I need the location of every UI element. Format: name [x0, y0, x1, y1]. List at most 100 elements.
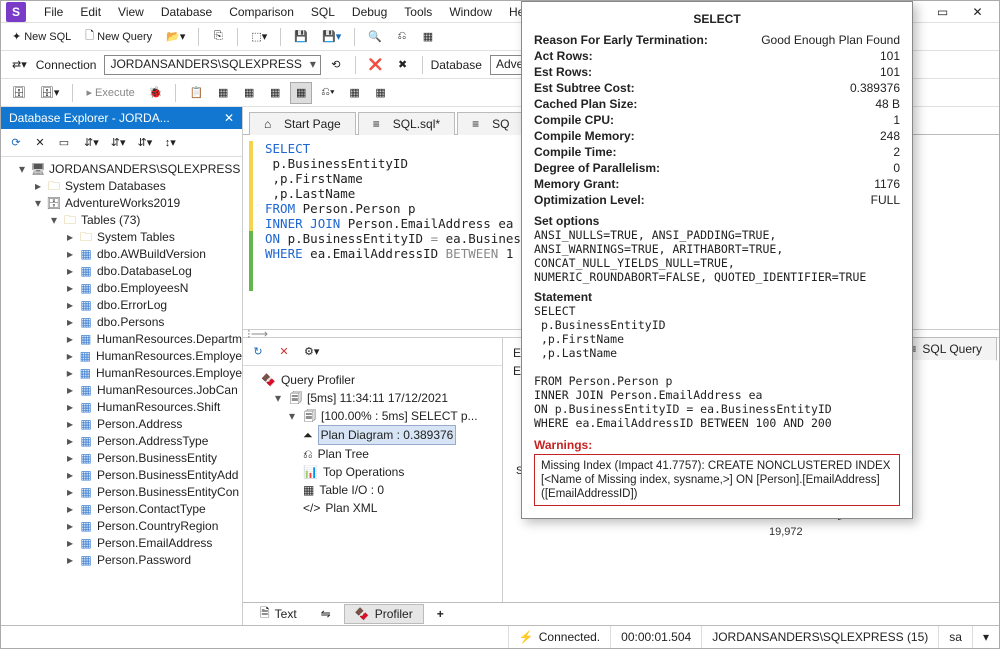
table-node[interactable]: ▸▦dbo.Persons	[65, 314, 242, 331]
connection-label: Connection	[36, 58, 97, 72]
status-dropdown[interactable]: ▾	[972, 626, 999, 648]
save-button[interactable]: 💾	[289, 26, 313, 48]
db-icon-2[interactable]: ✖	[392, 54, 414, 76]
btn-t2[interactable]: 🗄▾	[35, 82, 65, 104]
table-node[interactable]: ▸▦Person.BusinessEntityAdd	[65, 467, 242, 484]
table-node[interactable]: ▸▦dbo.ErrorLog	[65, 297, 242, 314]
tab-text[interactable]: 🗎Text	[249, 601, 308, 628]
et-3[interactable]: ⇵▾	[133, 132, 158, 154]
profiler-item[interactable]: ⏶Plan Diagram : 0.389376	[303, 425, 498, 445]
open-button[interactable]: 📂▾	[161, 26, 190, 48]
new-query-button[interactable]: 🗋 New Query	[80, 26, 157, 48]
table-node[interactable]: ▸▦Person.ContactType	[65, 501, 242, 518]
btn-t10[interactable]: ▦	[370, 82, 392, 104]
profiler-item[interactable]: ⎌Plan Tree	[303, 445, 498, 463]
tab-add[interactable]: +	[426, 604, 455, 624]
et-2[interactable]: ⇵▾	[106, 132, 131, 154]
menu-debug[interactable]: Debug	[345, 3, 394, 21]
table-node[interactable]: ▸▦Person.CountryRegion	[65, 518, 242, 535]
execute-button[interactable]: ▸ Execute	[81, 82, 139, 104]
table-node[interactable]: ▸▦Person.Password	[65, 552, 242, 569]
panel-close-icon[interactable]: ✕	[224, 111, 234, 125]
prof-opt[interactable]: ⚙▾	[299, 341, 324, 363]
menu-window[interactable]: Window	[442, 3, 499, 21]
table-node[interactable]: ▸▦HumanResources.Employe	[65, 365, 242, 382]
btn-t4[interactable]: ▦	[212, 82, 234, 104]
db-icon-1[interactable]: ❌	[364, 54, 388, 76]
sql-icon: ≡	[472, 117, 486, 131]
table-node[interactable]: ▸▦HumanResources.Employe	[65, 348, 242, 365]
tab-profiler[interactable]: 🍫Profiler	[344, 604, 424, 624]
debug-button[interactable]: 🐞	[144, 82, 168, 104]
status-server: JORDANSANDERS\SQLEXPRESS (15)	[701, 626, 938, 648]
search-button[interactable]: 🔍	[363, 26, 387, 48]
tooltip-row: Act Rows:101	[534, 48, 900, 64]
tooltip-row: Reason For Early Termination:Good Enough…	[534, 32, 900, 48]
tab-sql2[interactable]: ≡SQ	[457, 112, 524, 135]
menu-sql[interactable]: SQL	[304, 3, 342, 21]
btn-t5[interactable]: ▦	[238, 82, 260, 104]
menu-edit[interactable]: Edit	[73, 3, 108, 21]
table-node[interactable]: ▸▦Person.AddressType	[65, 433, 242, 450]
table-node[interactable]: ▸▦Person.EmailAddress	[65, 535, 242, 552]
et-4[interactable]: ↕▾	[159, 132, 181, 154]
prof-del[interactable]: ✕	[273, 341, 295, 363]
connection-combo[interactable]: JORDANSANDERS\SQLEXPRESS	[104, 55, 320, 75]
collapse-icon[interactable]: ▭	[53, 132, 75, 154]
btn-b[interactable]: ⬚▾	[246, 26, 272, 48]
database-label: Database	[431, 58, 482, 72]
new-sql-button[interactable]: ✦ New SQL	[7, 26, 76, 48]
table-node[interactable]: ▸▦Person.Address	[65, 416, 242, 433]
menu-file[interactable]: File	[37, 3, 70, 21]
table-node[interactable]: ▸▦Person.BusinessEntityCon	[65, 484, 242, 501]
profiler-tree[interactable]: 🍫Query Profiler ▾🗐[5ms] 11:34:11 17/12/2…	[243, 366, 502, 602]
explorer-tree[interactable]: ▾🖥JORDANSANDERS\SQLEXPRESS ▸🗀System Data…	[1, 157, 242, 625]
table-icon: ▦	[79, 314, 93, 331]
refresh-icon[interactable]: ⟳	[5, 132, 27, 154]
tab-sql1[interactable]: ≡SQL.sql*	[358, 112, 455, 135]
menu-comparison[interactable]: Comparison	[222, 3, 301, 21]
table-icon: ▦	[79, 416, 93, 433]
grid-button[interactable]: ▦	[417, 26, 439, 48]
table-node[interactable]: ▸▦dbo.DatabaseLog	[65, 263, 242, 280]
profiler-icon: 🍫	[355, 607, 370, 621]
table-node[interactable]: ▸▦dbo.EmployeesN	[65, 280, 242, 297]
close-icon[interactable]: ✕	[970, 5, 985, 19]
menu-tools[interactable]: Tools	[397, 3, 439, 21]
btn-t8[interactable]: ⎌▾	[316, 82, 339, 104]
tab-revert[interactable]: ⇋	[310, 604, 342, 624]
filter-icon[interactable]: ✕	[29, 132, 51, 154]
menu-database[interactable]: Database	[154, 3, 219, 21]
text-icon: 🗎	[260, 604, 270, 625]
btn-t3[interactable]: 📋	[184, 82, 208, 104]
status-bar: ⚡Connected. 00:00:01.504 JORDANSANDERS\S…	[1, 625, 999, 648]
table-node[interactable]: ▸▦HumanResources.Departm	[65, 331, 242, 348]
menu-view[interactable]: View	[111, 3, 151, 21]
conn-refresh[interactable]: ⟲	[325, 54, 347, 76]
profiler-item[interactable]: </>Plan XML	[303, 499, 498, 517]
btn-t7[interactable]: ▦	[290, 82, 312, 104]
btn-t1[interactable]: 🗄	[7, 82, 31, 104]
save-all-button[interactable]: 💾▾	[317, 26, 346, 48]
btn-a[interactable]: ⎘	[207, 26, 229, 48]
tooltip-row: Memory Grant:1176	[534, 176, 900, 192]
table-icon: ▦	[79, 297, 93, 314]
database-icon: 🗄	[47, 195, 61, 212]
btn-t9[interactable]: ▦	[344, 82, 366, 104]
et-1[interactable]: ⇵▾	[79, 132, 104, 154]
table-node[interactable]: ▸▦Person.BusinessEntity	[65, 450, 242, 467]
table-node[interactable]: ▸▦dbo.AWBuildVersion	[65, 246, 242, 263]
prof-run[interactable]: ↻	[247, 341, 269, 363]
conn-icon[interactable]: ⇄▾	[7, 54, 32, 76]
table-node[interactable]: ▸▦HumanResources.JobCan	[65, 382, 242, 399]
database-explorer-panel: Database Explorer - JORDA... ✕ ⟳ ✕ ▭ ⇵▾ …	[1, 107, 243, 625]
btn-t6[interactable]: ▦	[264, 82, 286, 104]
window-controls: ▭ ✕	[921, 1, 999, 23]
profiler-item[interactable]: ▦Table I/O : 0	[303, 481, 498, 499]
table-icon: ▦	[79, 382, 93, 399]
tab-start-page[interactable]: ⌂Start Page	[249, 112, 356, 135]
tree-button[interactable]: ⎌	[391, 26, 413, 48]
restore-icon[interactable]: ▭	[935, 5, 950, 19]
profiler-item[interactable]: 📊Top Operations	[303, 463, 498, 481]
table-node[interactable]: ▸▦HumanResources.Shift	[65, 399, 242, 416]
